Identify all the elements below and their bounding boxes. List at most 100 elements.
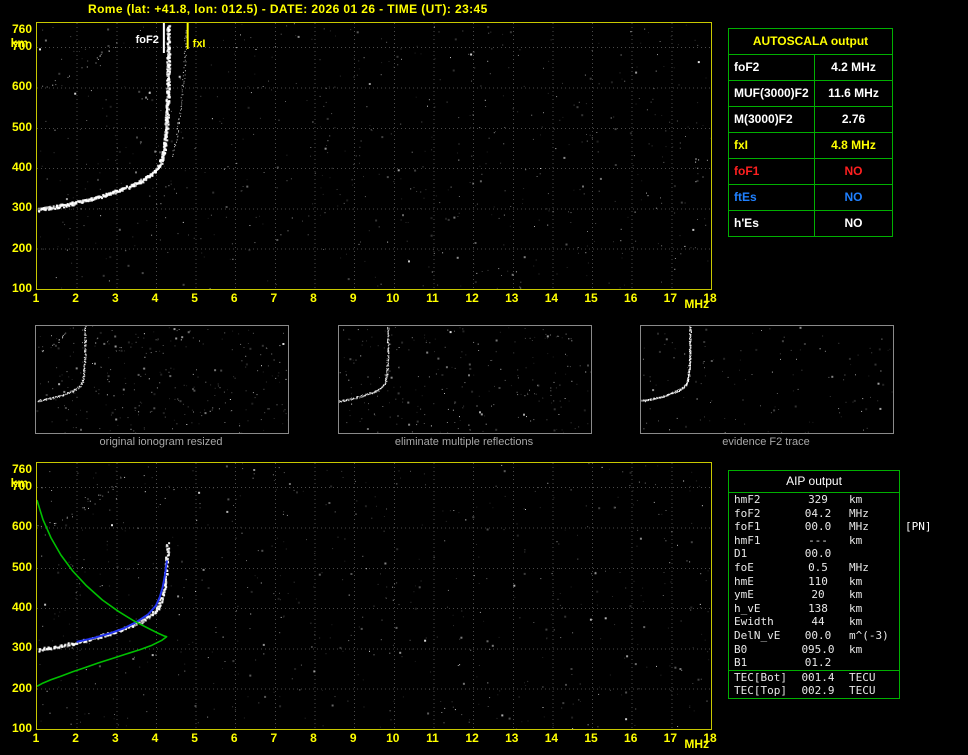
param-value: NO [844, 164, 863, 178]
param-unit [841, 547, 849, 561]
param-value: --- [808, 533, 828, 547]
noise-dots [36, 326, 288, 433]
y-axis-tick-label: 300 [11, 640, 32, 655]
profile-plot [36, 462, 712, 730]
x-axis-tick-label: 7 [270, 731, 278, 745]
param-name: D1 [734, 547, 748, 561]
x-axis-tick-label: 16 [624, 291, 638, 305]
thumbnail-caption-f2trace: evidence F2 trace [722, 436, 810, 448]
autoscala-row-ftes: ftEs NO [729, 185, 892, 211]
param-label: M(3000)F2 [729, 107, 815, 132]
param-unit [841, 656, 849, 670]
param-value: 095.0 [801, 642, 835, 656]
x-axis-tick-label: 13 [505, 731, 519, 745]
param-unit: m^(-3) [849, 628, 889, 642]
param-name: foF1 [734, 520, 761, 534]
x-axis-tick-label: 12 [465, 731, 479, 745]
autoscala-row-muf-3000-f2: MUF(3000)F2 11.6 MHz [729, 81, 892, 107]
param-unit: km [849, 574, 863, 588]
noise-dots [339, 326, 591, 433]
x-axis-tick-label: 5 [191, 291, 198, 305]
y-axis-tick-label: 500 [11, 559, 32, 574]
autoscala-row-h-es: h'Es NO [729, 211, 892, 236]
aip-row-deln-ve: DelN_vE 00.0 m^(-3) [729, 629, 899, 643]
param-name: Ewidth [734, 615, 774, 629]
param-unit: km [849, 588, 863, 602]
param-value: 4.2 MHz [831, 60, 876, 74]
thumbnail-caption-original: original ionogram resized [99, 436, 223, 448]
aip-output-table: AIP output hmF2 329 km foF2 04.2 MHz foF1 00.0 M… [728, 470, 932, 699]
param-value: 002.9 [801, 684, 835, 698]
param-value: 329 [808, 493, 828, 506]
x-axis-tick-label: 15 [584, 731, 598, 745]
param-name: hmF1 [734, 533, 761, 547]
y-axis-tick-label: 200 [11, 680, 32, 695]
x-axis-tick-label: 10 [386, 731, 400, 745]
x-axis-tick-label: 9 [349, 291, 357, 305]
page-title: Rome (lat: +41.8, lon: 012.5) - DATE: 20… [88, 2, 488, 16]
autoscala-row-fof2: foF2 4.2 MHz [729, 55, 892, 81]
x-axis-tick-label: 17 [663, 291, 678, 305]
trace-second-hop [41, 332, 67, 353]
aip-row-fof2: foF2 04.2 MHz [729, 507, 899, 521]
x-axis-unit-label: MHz [684, 297, 710, 311]
y-axis-tick-label: 600 [11, 79, 32, 94]
aip-row-b0: B0 095.0 km [729, 643, 899, 657]
x-axis-tick-label: 8 [310, 291, 317, 305]
autoscala-table-rows: foF2 4.2 MHz MUF(3000)F2 11.6 MHz M(3000)F2 2… [729, 55, 892, 236]
y-axis-tick-label: 200 [11, 240, 32, 255]
param-unit: km [849, 601, 863, 615]
y-axis-tick-label: 500 [11, 119, 32, 134]
autoscala-table-title: AUTOSCALA output [729, 29, 892, 55]
param-unit: km [849, 642, 863, 656]
param-name: B0 [734, 642, 748, 656]
param-unit: km [849, 533, 863, 547]
param-value: NO [844, 216, 863, 230]
x-axis-tick-label: 15 [584, 291, 598, 305]
autoscala-row-m-3000-f2: M(3000)F2 2.76 [729, 107, 892, 133]
x-axis-tick-label: 4 [151, 291, 159, 305]
x-axis-unit-label: MHz [684, 737, 710, 751]
param-value: 01.2 [804, 656, 832, 670]
aip-row-d1: D1 00.0 [729, 547, 899, 561]
param-note: [PN] [905, 520, 932, 534]
param-name: hmE [734, 574, 754, 588]
param-name: ymE [734, 588, 754, 602]
x-axis-tick-label: 14 [544, 731, 559, 745]
grid-lines [37, 463, 711, 729]
autoscala-row-fof1: foF1 NO [729, 159, 892, 185]
aip-table-title: AIP output [729, 471, 899, 493]
aip-row-tec-bot-: TEC[Bot] 001.4 TECU [729, 669, 899, 685]
x-axis-tick-label: 8 [310, 731, 317, 745]
noise-dots [642, 326, 893, 433]
x-axis-tick-label: 17 [663, 731, 678, 745]
x-axis-tick-label: 3 [111, 731, 119, 745]
param-value: 04.2 [804, 506, 832, 520]
thumbnail-f2trace [640, 325, 894, 434]
x-axis-tick-label: 11 [426, 731, 439, 745]
aip-row-hmf2: hmF2 329 km [729, 493, 899, 507]
y-axis-tick-label: 600 [11, 519, 32, 534]
x-axis-tick-label: 2 [72, 291, 79, 305]
aip-row-b1: B1 01.2 [729, 656, 899, 670]
trace-f2-o-trace [37, 24, 172, 213]
x-axis-tick-label: 1 [32, 291, 40, 305]
param-value: 0.5 [808, 560, 828, 574]
aip-row-hme: hmE 110 km [729, 575, 899, 589]
autoscala-row-fxi: fxI 4.8 MHz [729, 133, 892, 159]
aip-row-foe: foE 0.5 MHz [729, 561, 899, 575]
param-name: DelN_vE [734, 628, 781, 642]
param-name: hmF2 [734, 493, 761, 506]
thumbnail-original [35, 325, 289, 434]
param-value: 110 [808, 574, 828, 588]
noise-dots [38, 23, 711, 289]
param-name: TEC[Top] [734, 684, 787, 698]
param-label: foF1 [729, 159, 815, 184]
x-axis-tick-label: 6 [230, 731, 238, 745]
aip-row-ewidth: Ewidth 44 km [729, 615, 899, 629]
x-axis-tick-label: 10 [386, 291, 400, 305]
aip-row-fof1: foF1 00.0 MHz [PN] [729, 520, 932, 534]
param-value: 138 [808, 601, 828, 615]
x-axis-tick-label: 3 [111, 291, 119, 305]
trace-trace [641, 326, 692, 403]
